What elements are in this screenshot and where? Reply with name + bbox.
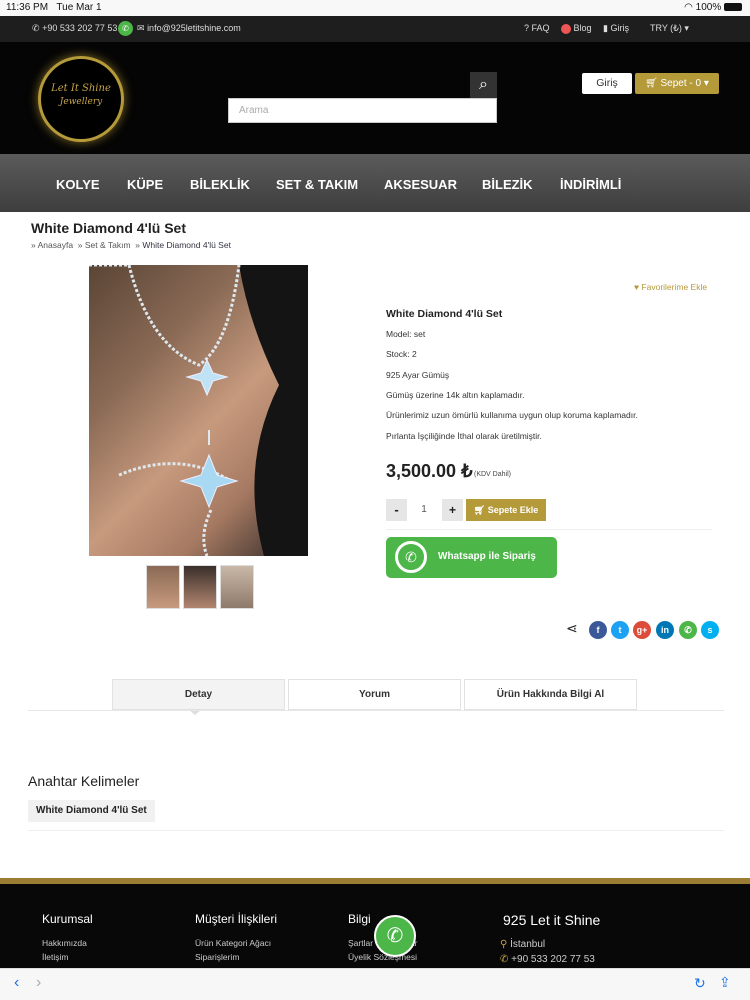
- product-thumbnail-2[interactable]: [183, 565, 217, 609]
- breadcrumb-home[interactable]: Anasayfa: [38, 240, 73, 250]
- status-bar: 11:36 PM Tue Mar 1 ◠ 100%: [0, 0, 750, 16]
- tab-detay[interactable]: Detay: [112, 679, 285, 710]
- mail-icon: ✉: [137, 23, 145, 33]
- share-sheet-icon[interactable]: ⇪: [719, 974, 731, 991]
- footer-link-category-tree[interactable]: Ürün Kategori Ağacı: [195, 938, 271, 948]
- site-logo[interactable]: Let It Shine Jewellery: [38, 56, 124, 142]
- search-input[interactable]: Arama: [228, 98, 497, 123]
- footer-info-title: Bilgi: [348, 912, 371, 926]
- floating-whatsapp-button[interactable]: ✆: [374, 915, 416, 957]
- cart-icon: 🛒︎: [645, 78, 658, 89]
- footer-customer-title: Müşteri İlişkileri: [195, 912, 278, 926]
- nav-item-kolye[interactable]: KOLYE: [56, 177, 100, 192]
- question-icon: ?: [524, 23, 530, 33]
- footer-corporate-title: Kurumsal: [42, 912, 93, 926]
- tab-bilgi-al[interactable]: Ürün Hakkında Bilgi Al: [464, 679, 637, 710]
- cart-icon: 🛒︎: [473, 505, 486, 515]
- currency-select[interactable]: TRY (₺) ▾: [650, 23, 689, 34]
- nav-item-aksesuar[interactable]: AKSESUAR: [384, 177, 457, 192]
- battery-indicator: ◠ 100%: [684, 2, 742, 13]
- main-nav: KOLYE KÜPE BİLEKLİK SET & TAKIM AKSESUAR…: [0, 154, 750, 212]
- twitter-icon[interactable]: t: [611, 621, 629, 639]
- divider: [386, 529, 712, 530]
- tab-yorum[interactable]: Yorum: [288, 679, 461, 710]
- product-desc-2: Gümüş üzerine 14k altın kaplamadır.: [386, 390, 525, 400]
- keywords-title: Anahtar Kelimeler: [28, 773, 140, 789]
- product-desc-3: Ürünlerimiz uzun ömürlü kullanıma uygun …: [386, 410, 638, 420]
- google-plus-icon[interactable]: g+: [633, 621, 651, 639]
- footer-link-contact[interactable]: İletişim: [42, 952, 68, 962]
- product-photo-graphic: [89, 265, 308, 556]
- product-image[interactable]: [89, 265, 308, 556]
- product-model: Model: set: [386, 329, 426, 339]
- cart-button[interactable]: 🛒︎ Sepet - 0 ▾: [635, 73, 719, 94]
- footer-brand-title: 925 Let it Shine: [503, 912, 601, 928]
- nav-item-indirimli[interactable]: İNDİRİMLİ: [560, 177, 621, 192]
- product-name: White Diamond 4'lü Set: [386, 308, 503, 320]
- qty-minus-button[interactable]: -: [386, 499, 407, 521]
- blog-link[interactable]: Blog: [561, 23, 592, 34]
- email-link[interactable]: ✉ info@925letitshine.com: [137, 23, 241, 34]
- heart-icon: ♥: [634, 282, 640, 292]
- battery-icon: [724, 3, 742, 12]
- product-thumbnail-3[interactable]: [220, 565, 254, 609]
- phone-link[interactable]: ✆ +90 533 202 77 53: [32, 23, 117, 34]
- logo-text: Let It Shine: [51, 83, 111, 94]
- wifi-icon: ◠: [684, 2, 693, 13]
- facebook-icon[interactable]: f: [589, 621, 607, 639]
- page-title: White Diamond 4'lü Set: [31, 220, 187, 236]
- footer-phone[interactable]: ✆ +90 533 202 77 53: [500, 954, 595, 965]
- keyword-tag[interactable]: White Diamond 4'lü Set: [28, 800, 155, 822]
- footer-link-about[interactable]: Hakkımızda: [42, 938, 87, 948]
- whatsapp-icon[interactable]: ✆: [118, 21, 133, 36]
- login-button[interactable]: Giriş: [582, 73, 632, 94]
- location-icon: ⚲: [500, 939, 508, 950]
- quantity-input[interactable]: 1: [409, 499, 439, 521]
- search-button[interactable]: ⌕: [470, 72, 497, 98]
- faq-link[interactable]: ? FAQ: [524, 23, 550, 33]
- tax-note: (KDV Dahil): [474, 471, 511, 478]
- add-to-cart-button[interactable]: 🛒︎ Sepete Ekle: [466, 499, 546, 521]
- breadcrumb-current[interactable]: White Diamond 4'lü Set: [142, 240, 231, 250]
- reload-icon[interactable]: ↻: [694, 975, 706, 992]
- footer-city: ⚲ İstanbul: [500, 939, 546, 950]
- whatsapp-icon: ✆: [395, 541, 427, 573]
- whatsapp-order-label: Whatsapp ile Sipariş: [438, 551, 536, 562]
- qty-plus-button[interactable]: +: [442, 499, 463, 521]
- whatsapp-order-button[interactable]: ✆ Whatsapp ile Sipariş: [386, 537, 557, 578]
- nav-item-set-takim[interactable]: SET & TAKIM: [276, 177, 358, 192]
- logo-subtext: Jewellery: [59, 97, 103, 107]
- search-icon: ⌕: [479, 76, 488, 93]
- nav-item-kupe[interactable]: KÜPE: [127, 177, 163, 192]
- nav-item-bilezik[interactable]: BİLEZİK: [482, 177, 533, 192]
- chevron-down-icon: ▾: [703, 78, 709, 89]
- status-time: 11:36 PM Tue Mar 1: [6, 2, 102, 13]
- phone-icon: ✆: [500, 954, 509, 965]
- breadcrumb-category[interactable]: Set & Takım: [85, 240, 131, 250]
- forward-arrow-icon[interactable]: ›: [36, 974, 41, 992]
- login-link[interactable]: ▮ Giriş: [603, 23, 629, 34]
- browser-toolbar: ‹ › ↻ ⇪: [0, 968, 750, 1000]
- top-contact-bar: ✆ +90 533 202 77 53 ✆ ✉ info@925letitshi…: [0, 16, 750, 42]
- share-icon[interactable]: ⋖: [566, 620, 578, 637]
- footer-link-orders[interactable]: Siparişlerim: [195, 952, 239, 962]
- linkedin-icon[interactable]: in: [656, 621, 674, 639]
- skype-icon[interactable]: s: [701, 621, 719, 639]
- chevron-down-icon: ▾: [684, 23, 689, 33]
- product-stock: Stock: 2: [386, 349, 417, 359]
- phone-icon: ✆: [32, 23, 40, 33]
- lock-icon: ▮: [603, 23, 608, 33]
- breadcrumb: » Anasayfa » Set & Takım » White Diamond…: [31, 240, 231, 250]
- product-desc-1: 925 Ayar Gümüş: [386, 370, 450, 380]
- product-desc-4: Pırlanta İşçiliğinde İthal olarak üretil…: [386, 431, 542, 441]
- product-price: 3,500.00 ₺: [386, 461, 473, 481]
- nav-item-bileklik[interactable]: BİLEKLİK: [190, 177, 250, 192]
- back-arrow-icon[interactable]: ‹: [14, 974, 19, 992]
- whatsapp-share-icon[interactable]: ✆: [679, 621, 697, 639]
- blog-icon: [561, 23, 571, 34]
- tabs-divider: [28, 710, 724, 711]
- favorite-link[interactable]: ♥ Favorilerime Ekle: [634, 282, 707, 292]
- keywords-divider: [28, 830, 724, 831]
- product-thumbnail-1[interactable]: [146, 565, 180, 609]
